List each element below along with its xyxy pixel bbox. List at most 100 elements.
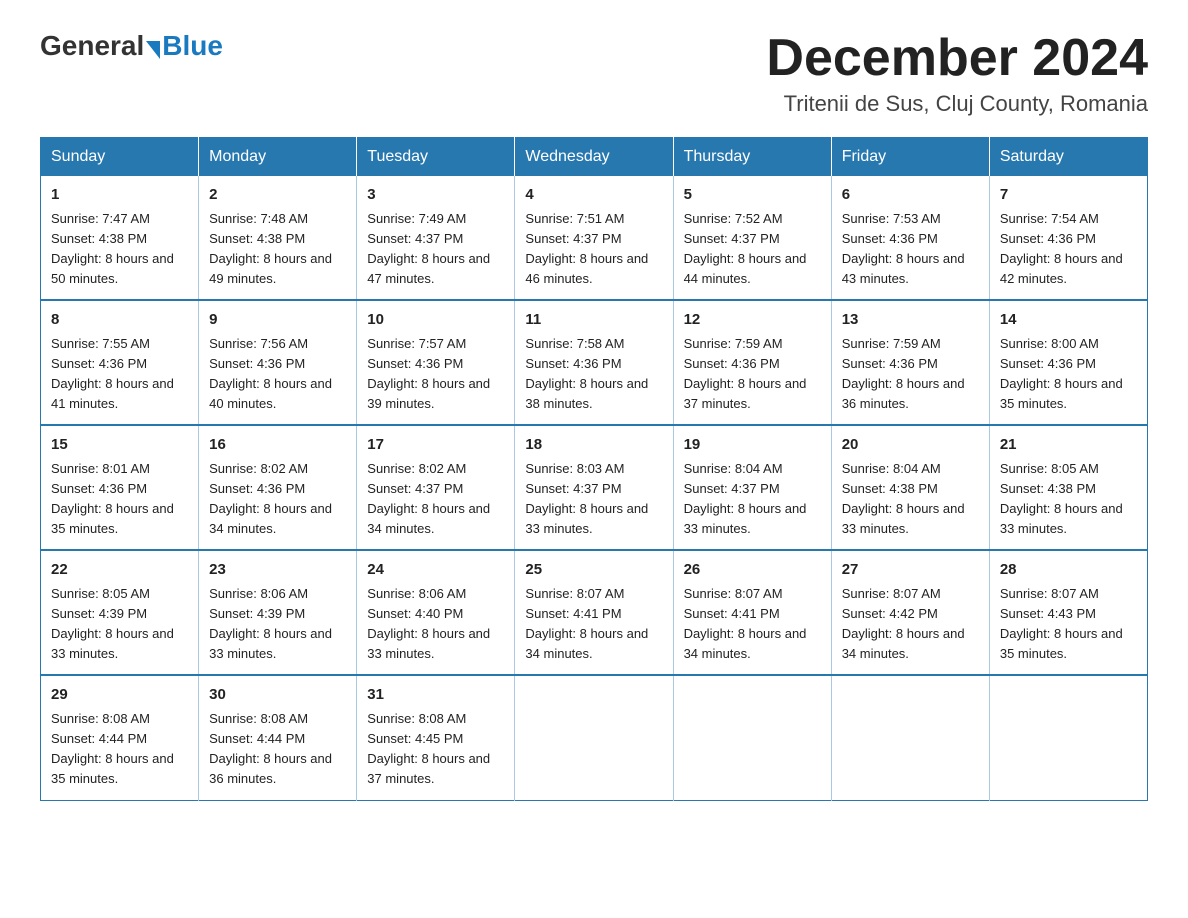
day-info: Sunrise: 8:07 AMSunset: 4:43 PMDaylight:… <box>1000 584 1137 665</box>
logo-arrow-icon <box>146 41 160 59</box>
day-number: 22 <box>51 559 188 582</box>
day-number: 7 <box>1000 184 1137 207</box>
day-info: Sunrise: 7:47 AMSunset: 4:38 PMDaylight:… <box>51 209 188 290</box>
day-number: 23 <box>209 559 346 582</box>
day-number: 24 <box>367 559 504 582</box>
calendar-cell: 19 Sunrise: 8:04 AMSunset: 4:37 PMDaylig… <box>673 425 831 550</box>
day-number: 10 <box>367 309 504 332</box>
day-number: 20 <box>842 434 979 457</box>
col-wednesday: Wednesday <box>515 138 673 177</box>
calendar-table: Sunday Monday Tuesday Wednesday Thursday… <box>40 137 1148 800</box>
day-info: Sunrise: 8:03 AMSunset: 4:37 PMDaylight:… <box>525 459 662 540</box>
calendar-cell: 2 Sunrise: 7:48 AMSunset: 4:38 PMDayligh… <box>199 176 357 300</box>
col-tuesday: Tuesday <box>357 138 515 177</box>
day-number: 18 <box>525 434 662 457</box>
col-friday: Friday <box>831 138 989 177</box>
calendar-cell: 17 Sunrise: 8:02 AMSunset: 4:37 PMDaylig… <box>357 425 515 550</box>
calendar-week-1: 1 Sunrise: 7:47 AMSunset: 4:38 PMDayligh… <box>41 176 1148 300</box>
day-number: 31 <box>367 684 504 707</box>
day-info: Sunrise: 8:07 AMSunset: 4:41 PMDaylight:… <box>525 584 662 665</box>
calendar-cell: 28 Sunrise: 8:07 AMSunset: 4:43 PMDaylig… <box>989 550 1147 675</box>
day-info: Sunrise: 8:04 AMSunset: 4:37 PMDaylight:… <box>684 459 821 540</box>
logo-general-text: General <box>40 30 144 62</box>
day-number: 28 <box>1000 559 1137 582</box>
day-number: 16 <box>209 434 346 457</box>
calendar-week-3: 15 Sunrise: 8:01 AMSunset: 4:36 PMDaylig… <box>41 425 1148 550</box>
page-header: General Blue December 2024 Tritenii de S… <box>40 30 1148 117</box>
day-info: Sunrise: 8:05 AMSunset: 4:38 PMDaylight:… <box>1000 459 1137 540</box>
day-info: Sunrise: 7:56 AMSunset: 4:36 PMDaylight:… <box>209 334 346 415</box>
calendar-cell: 16 Sunrise: 8:02 AMSunset: 4:36 PMDaylig… <box>199 425 357 550</box>
calendar-cell: 29 Sunrise: 8:08 AMSunset: 4:44 PMDaylig… <box>41 675 199 800</box>
day-info: Sunrise: 8:06 AMSunset: 4:40 PMDaylight:… <box>367 584 504 665</box>
calendar-cell: 9 Sunrise: 7:56 AMSunset: 4:36 PMDayligh… <box>199 300 357 425</box>
day-info: Sunrise: 8:04 AMSunset: 4:38 PMDaylight:… <box>842 459 979 540</box>
calendar-week-4: 22 Sunrise: 8:05 AMSunset: 4:39 PMDaylig… <box>41 550 1148 675</box>
calendar-cell: 6 Sunrise: 7:53 AMSunset: 4:36 PMDayligh… <box>831 176 989 300</box>
day-info: Sunrise: 8:07 AMSunset: 4:41 PMDaylight:… <box>684 584 821 665</box>
day-number: 14 <box>1000 309 1137 332</box>
day-number: 2 <box>209 184 346 207</box>
day-number: 21 <box>1000 434 1137 457</box>
day-info: Sunrise: 8:08 AMSunset: 4:44 PMDaylight:… <box>209 709 346 790</box>
calendar-cell: 8 Sunrise: 7:55 AMSunset: 4:36 PMDayligh… <box>41 300 199 425</box>
day-info: Sunrise: 8:05 AMSunset: 4:39 PMDaylight:… <box>51 584 188 665</box>
day-number: 5 <box>684 184 821 207</box>
calendar-cell: 4 Sunrise: 7:51 AMSunset: 4:37 PMDayligh… <box>515 176 673 300</box>
day-info: Sunrise: 8:08 AMSunset: 4:44 PMDaylight:… <box>51 709 188 790</box>
day-info: Sunrise: 8:01 AMSunset: 4:36 PMDaylight:… <box>51 459 188 540</box>
day-info: Sunrise: 8:07 AMSunset: 4:42 PMDaylight:… <box>842 584 979 665</box>
day-number: 29 <box>51 684 188 707</box>
day-number: 6 <box>842 184 979 207</box>
calendar-cell: 10 Sunrise: 7:57 AMSunset: 4:36 PMDaylig… <box>357 300 515 425</box>
calendar-cell <box>673 675 831 800</box>
calendar-cell: 31 Sunrise: 8:08 AMSunset: 4:45 PMDaylig… <box>357 675 515 800</box>
calendar-cell: 21 Sunrise: 8:05 AMSunset: 4:38 PMDaylig… <box>989 425 1147 550</box>
day-number: 30 <box>209 684 346 707</box>
calendar-cell: 30 Sunrise: 8:08 AMSunset: 4:44 PMDaylig… <box>199 675 357 800</box>
day-info: Sunrise: 7:57 AMSunset: 4:36 PMDaylight:… <box>367 334 504 415</box>
title-section: December 2024 Tritenii de Sus, Cluj Coun… <box>766 30 1148 117</box>
day-info: Sunrise: 7:53 AMSunset: 4:36 PMDaylight:… <box>842 209 979 290</box>
calendar-cell: 20 Sunrise: 8:04 AMSunset: 4:38 PMDaylig… <box>831 425 989 550</box>
calendar-cell: 26 Sunrise: 8:07 AMSunset: 4:41 PMDaylig… <box>673 550 831 675</box>
calendar-cell: 12 Sunrise: 7:59 AMSunset: 4:36 PMDaylig… <box>673 300 831 425</box>
calendar-cell: 27 Sunrise: 8:07 AMSunset: 4:42 PMDaylig… <box>831 550 989 675</box>
calendar-cell: 24 Sunrise: 8:06 AMSunset: 4:40 PMDaylig… <box>357 550 515 675</box>
calendar-cell: 14 Sunrise: 8:00 AMSunset: 4:36 PMDaylig… <box>989 300 1147 425</box>
calendar-cell: 22 Sunrise: 8:05 AMSunset: 4:39 PMDaylig… <box>41 550 199 675</box>
day-number: 4 <box>525 184 662 207</box>
day-number: 27 <box>842 559 979 582</box>
calendar-week-2: 8 Sunrise: 7:55 AMSunset: 4:36 PMDayligh… <box>41 300 1148 425</box>
logo: General Blue <box>40 30 223 62</box>
day-info: Sunrise: 7:55 AMSunset: 4:36 PMDaylight:… <box>51 334 188 415</box>
day-number: 15 <box>51 434 188 457</box>
calendar-cell: 18 Sunrise: 8:03 AMSunset: 4:37 PMDaylig… <box>515 425 673 550</box>
calendar-cell <box>831 675 989 800</box>
day-number: 1 <box>51 184 188 207</box>
day-info: Sunrise: 7:48 AMSunset: 4:38 PMDaylight:… <box>209 209 346 290</box>
day-info: Sunrise: 7:59 AMSunset: 4:36 PMDaylight:… <box>842 334 979 415</box>
day-info: Sunrise: 7:49 AMSunset: 4:37 PMDaylight:… <box>367 209 504 290</box>
calendar-cell: 5 Sunrise: 7:52 AMSunset: 4:37 PMDayligh… <box>673 176 831 300</box>
logo-blue-text: Blue <box>162 30 223 62</box>
day-info: Sunrise: 7:58 AMSunset: 4:36 PMDaylight:… <box>525 334 662 415</box>
day-number: 9 <box>209 309 346 332</box>
calendar-cell: 23 Sunrise: 8:06 AMSunset: 4:39 PMDaylig… <box>199 550 357 675</box>
day-number: 12 <box>684 309 821 332</box>
col-saturday: Saturday <box>989 138 1147 177</box>
day-number: 3 <box>367 184 504 207</box>
col-sunday: Sunday <box>41 138 199 177</box>
day-info: Sunrise: 7:51 AMSunset: 4:37 PMDaylight:… <box>525 209 662 290</box>
day-info: Sunrise: 8:02 AMSunset: 4:37 PMDaylight:… <box>367 459 504 540</box>
calendar-cell: 7 Sunrise: 7:54 AMSunset: 4:36 PMDayligh… <box>989 176 1147 300</box>
location-title: Tritenii de Sus, Cluj County, Romania <box>766 91 1148 117</box>
day-number: 8 <box>51 309 188 332</box>
day-number: 25 <box>525 559 662 582</box>
day-info: Sunrise: 8:08 AMSunset: 4:45 PMDaylight:… <box>367 709 504 790</box>
day-number: 19 <box>684 434 821 457</box>
calendar-week-5: 29 Sunrise: 8:08 AMSunset: 4:44 PMDaylig… <box>41 675 1148 800</box>
calendar-cell: 13 Sunrise: 7:59 AMSunset: 4:36 PMDaylig… <box>831 300 989 425</box>
day-info: Sunrise: 8:02 AMSunset: 4:36 PMDaylight:… <box>209 459 346 540</box>
col-thursday: Thursday <box>673 138 831 177</box>
